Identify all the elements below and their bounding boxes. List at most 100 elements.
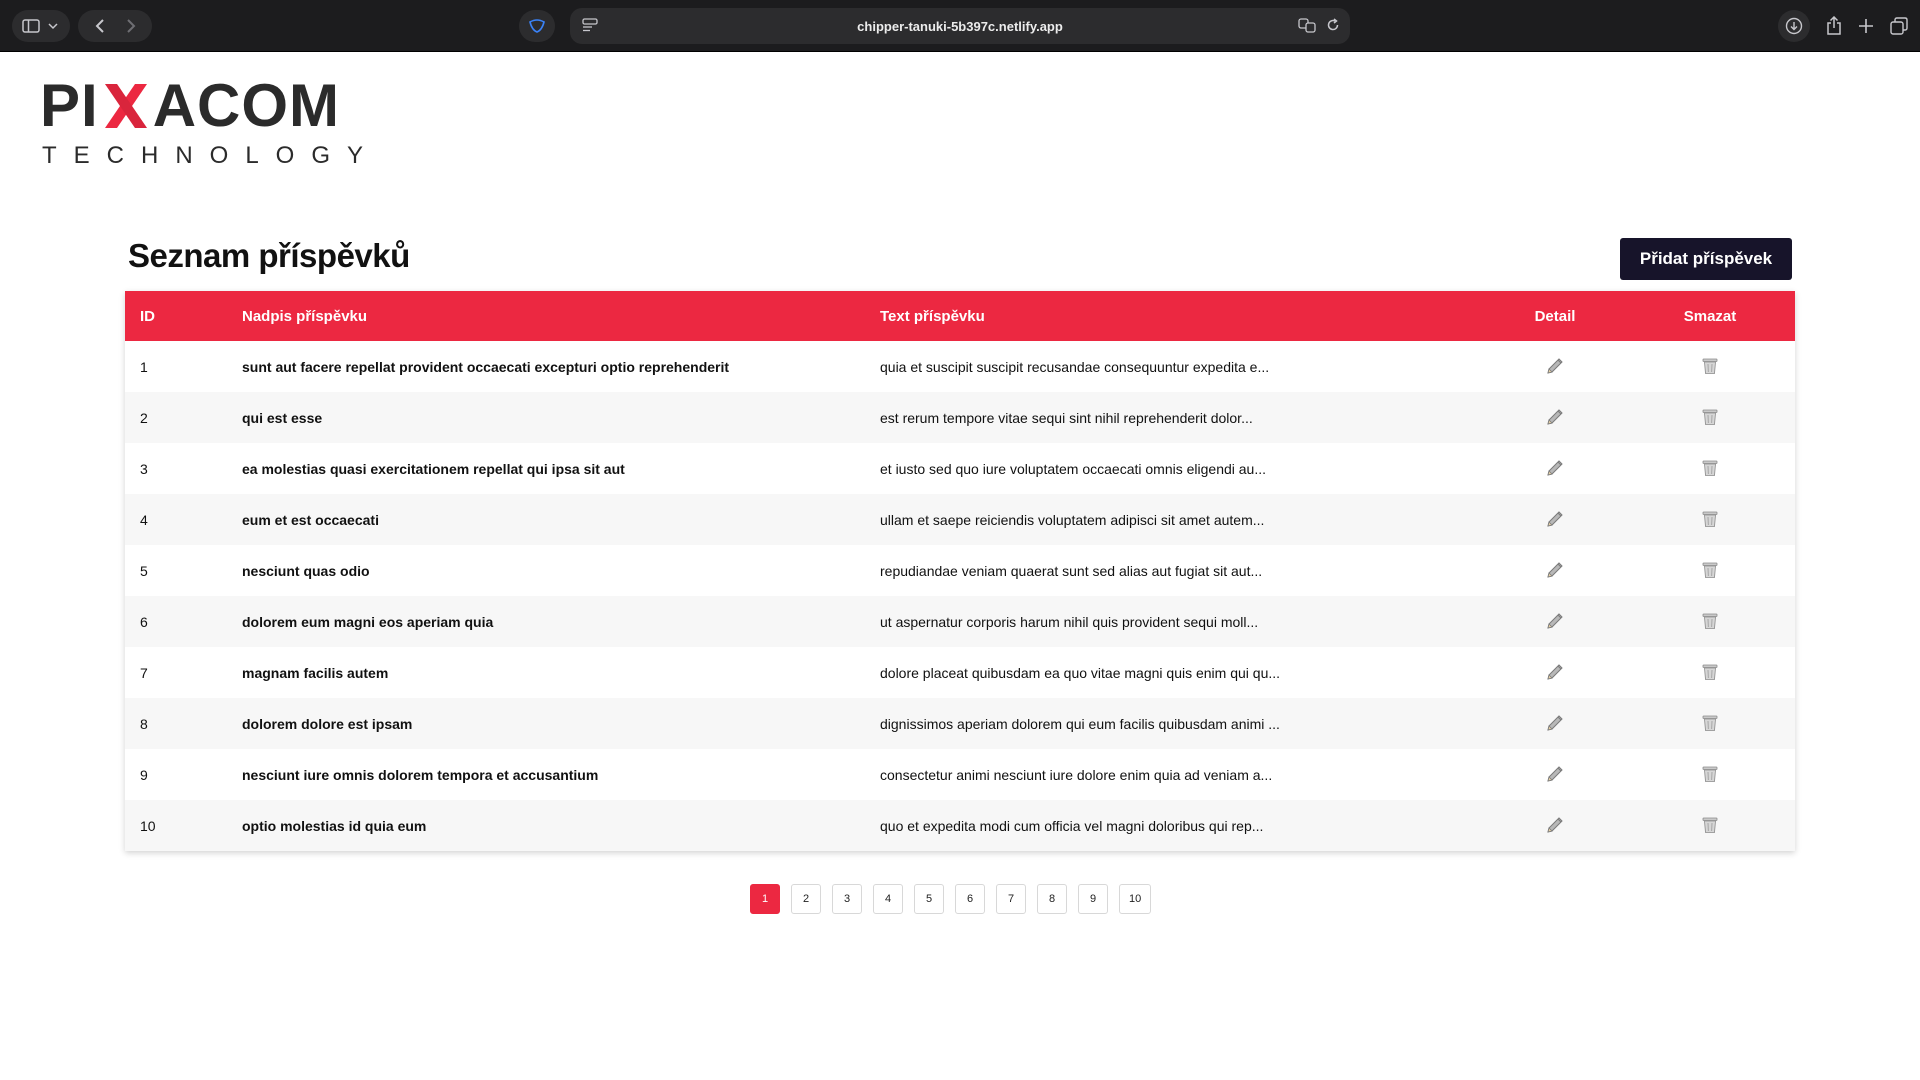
row-title: qui est esse	[242, 409, 323, 426]
pencil-icon[interactable]	[1543, 507, 1567, 531]
table-row: 5 nesciunt quas odio repudiandae veniam qu…	[125, 545, 1795, 596]
page-button-6[interactable]: 6	[955, 884, 985, 914]
row-text: dolore placeat quibusdam ea quo vitae ma…	[880, 664, 1281, 681]
row-text: quia et suscipit suscipit recusandae con…	[880, 358, 1270, 375]
trash-icon[interactable]	[1698, 507, 1722, 531]
forward-icon[interactable]	[126, 18, 136, 34]
row-detail-cell	[1485, 647, 1625, 698]
page-button-10[interactable]: 10	[1119, 884, 1152, 914]
header-detail: Detail	[1534, 307, 1576, 325]
sidebar-icon	[22, 19, 40, 33]
share-icon[interactable]	[1826, 16, 1842, 36]
table-row: 9 nesciunt iure omnis dolorem tempora et …	[125, 749, 1795, 800]
back-icon[interactable]	[95, 18, 105, 34]
trash-icon[interactable]	[1698, 711, 1722, 735]
page-button-9[interactable]: 9	[1078, 884, 1108, 914]
row-detail-cell	[1485, 494, 1625, 545]
trash-icon[interactable]	[1698, 660, 1722, 684]
trash-icon[interactable]	[1698, 354, 1722, 378]
row-detail-cell	[1485, 341, 1625, 392]
logo-wordmark: PI ACOM	[40, 76, 340, 136]
table-row: 1 sunt aut facere repellat provident occa…	[125, 341, 1795, 392]
row-title: dolorem eum magni eos aperiam quia	[242, 613, 494, 630]
sidebar-toggle-button[interactable]	[12, 10, 70, 42]
page-settings-icon[interactable]	[582, 18, 598, 32]
row-detail-cell	[1485, 749, 1625, 800]
row-title: eum et est occaecati	[242, 511, 379, 528]
page-button-3[interactable]: 3	[832, 884, 862, 914]
pencil-icon[interactable]	[1543, 354, 1567, 378]
pencil-icon[interactable]	[1543, 456, 1567, 480]
row-title: magnam facilis autem	[242, 664, 389, 681]
logo-subtitle: TECHNOLOGY	[42, 142, 381, 169]
page-button-1[interactable]: 1	[750, 884, 780, 914]
new-tab-icon[interactable]	[1858, 18, 1874, 34]
pencil-icon[interactable]	[1543, 660, 1567, 684]
row-delete-cell	[1625, 494, 1795, 545]
header-id: ID	[140, 307, 155, 325]
table-row: 4 eum et est occaecati ullam et saepe reic…	[125, 494, 1795, 545]
header-title: Nadpis příspěvku	[242, 307, 368, 325]
downloads-button[interactable]	[1778, 10, 1810, 42]
row-title: nesciunt quas odio	[242, 562, 370, 579]
pencil-icon[interactable]	[1543, 762, 1567, 786]
row-delete-cell	[1625, 698, 1795, 749]
pencil-icon[interactable]	[1543, 813, 1567, 837]
row-delete-cell	[1625, 392, 1795, 443]
pencil-icon[interactable]	[1543, 711, 1567, 735]
trash-icon[interactable]	[1698, 609, 1722, 633]
trash-icon[interactable]	[1698, 558, 1722, 582]
page-button-7[interactable]: 7	[996, 884, 1026, 914]
table-row: 6 dolorem eum magni eos aperiam quia ut as…	[125, 596, 1795, 647]
row-id: 6	[140, 613, 148, 630]
trash-icon[interactable]	[1698, 813, 1722, 837]
row-text: dignissimos aperiam dolorem qui eum faci…	[880, 715, 1280, 732]
row-detail-cell	[1485, 443, 1625, 494]
table-header-row: ID Nadpis příspěvku Text příspěvku Detai…	[125, 291, 1795, 341]
header-text: Text příspěvku	[880, 307, 985, 325]
row-id: 1	[140, 358, 148, 375]
pencil-icon[interactable]	[1543, 609, 1567, 633]
add-post-button[interactable]: Přidat příspěvek	[1620, 238, 1792, 280]
trash-icon[interactable]	[1698, 762, 1722, 786]
row-id: 4	[140, 511, 148, 528]
reload-icon[interactable]	[1326, 17, 1340, 33]
page-button-2[interactable]: 2	[791, 884, 821, 914]
tab-overview-icon[interactable]	[1890, 17, 1908, 35]
row-delete-cell	[1625, 545, 1795, 596]
browser-toolbar: chipper-tanuki-5b397c.netlify.app	[0, 0, 1920, 52]
row-delete-cell	[1625, 647, 1795, 698]
page-button-8[interactable]: 8	[1037, 884, 1067, 914]
row-id: 7	[140, 664, 148, 681]
row-id: 8	[140, 715, 148, 732]
logo-x-mark	[101, 81, 151, 131]
row-id: 10	[140, 817, 156, 834]
pencil-icon[interactable]	[1543, 558, 1567, 582]
pencil-icon[interactable]	[1543, 405, 1567, 429]
page-button-4[interactable]: 4	[873, 884, 903, 914]
pagination: 1 2 3 4 5 6 7 8 9 10	[750, 884, 1152, 914]
table-row: 2 qui est esse est rerum tempore vitae seq…	[125, 392, 1795, 443]
address-bar[interactable]: chipper-tanuki-5b397c.netlify.app	[570, 8, 1350, 44]
navigation-buttons	[78, 10, 152, 42]
trash-icon[interactable]	[1698, 405, 1722, 429]
row-id: 2	[140, 409, 148, 426]
row-text: quo et expedita modi cum officia vel mag…	[880, 817, 1264, 834]
company-logo[interactable]: PI ACOM TECHNOLOGY	[40, 76, 363, 170]
row-title: optio molestias id quia eum	[242, 817, 427, 834]
row-detail-cell	[1485, 596, 1625, 647]
table-row: 3 ea molestias quasi exercitationem repel…	[125, 443, 1795, 494]
row-detail-cell	[1485, 392, 1625, 443]
page-button-5[interactable]: 5	[914, 884, 944, 914]
trash-icon[interactable]	[1698, 456, 1722, 480]
row-title: nesciunt iure omnis dolorem tempora et a…	[242, 766, 599, 783]
row-delete-cell	[1625, 443, 1795, 494]
shield-icon	[528, 19, 546, 33]
translate-icon[interactable]	[1298, 17, 1316, 33]
privacy-shield-button[interactable]	[519, 10, 555, 42]
logo-text-right: ACOM	[152, 72, 341, 139]
row-id: 3	[140, 460, 148, 477]
download-icon	[1785, 17, 1803, 35]
page-title: Seznam příspěvků	[128, 237, 410, 274]
row-delete-cell	[1625, 800, 1795, 851]
